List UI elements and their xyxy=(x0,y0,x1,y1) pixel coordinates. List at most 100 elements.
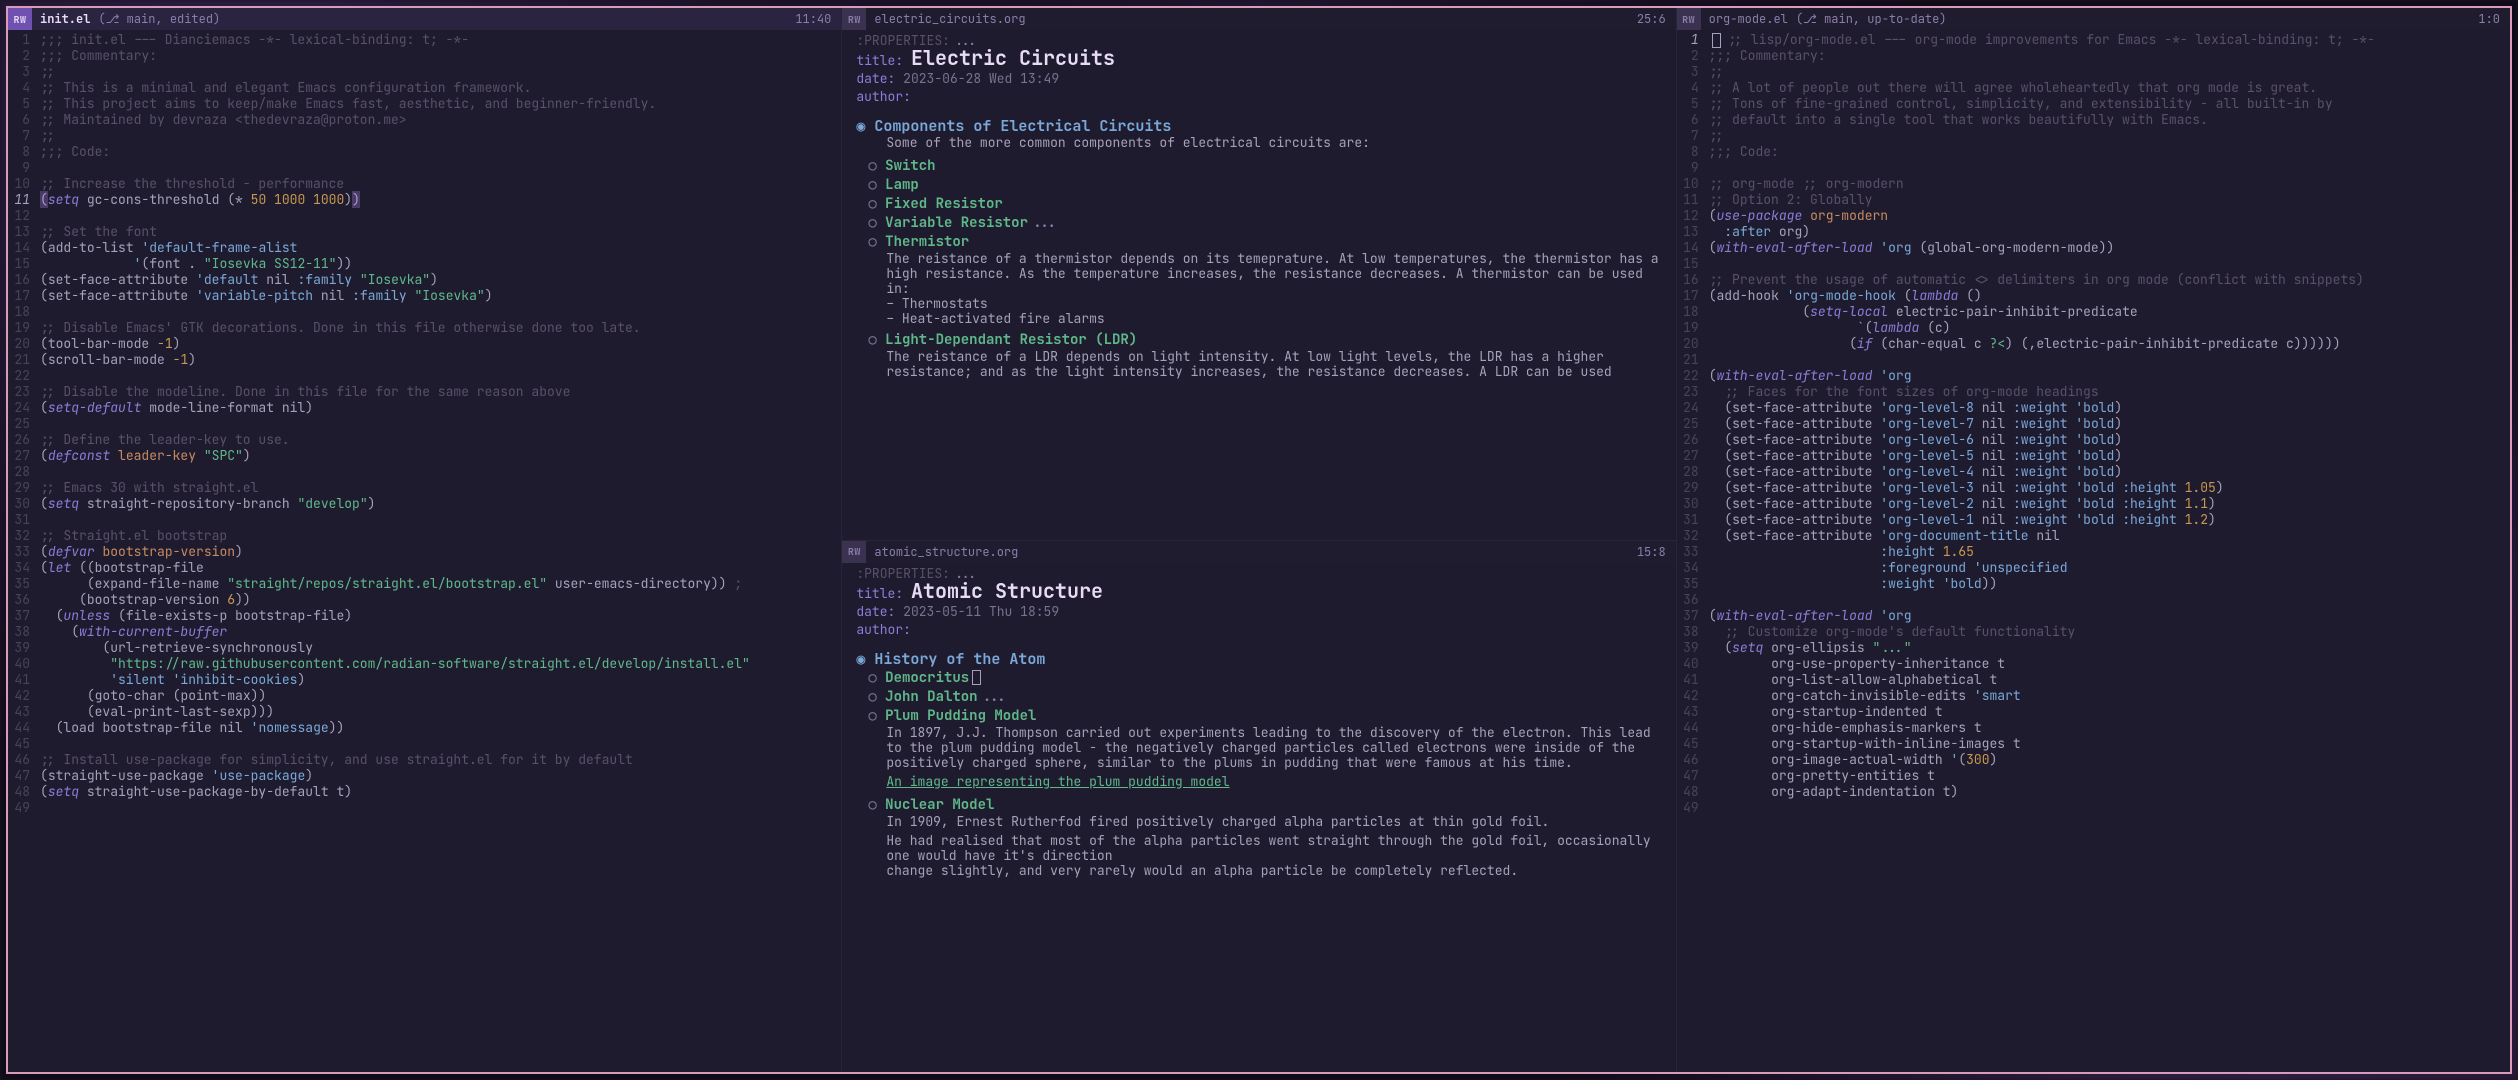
code-line[interactable]: 33 :height 1.65 xyxy=(1677,544,2502,560)
code-line[interactable]: 8;;; Code: xyxy=(8,144,833,160)
code-line[interactable]: 28 (set-face-attribute 'org-level-4 nil … xyxy=(1677,464,2502,480)
code-line[interactable]: 49 xyxy=(8,800,833,816)
code-line[interactable]: 25 xyxy=(8,416,833,432)
code-line[interactable]: 1 ;; lisp/org-mode.el --- org-mode impro… xyxy=(1677,32,2502,48)
code-line[interactable]: 35 (expand-file-name "straight/repos/str… xyxy=(8,576,833,592)
code-line[interactable]: 31 xyxy=(8,512,833,528)
code-line[interactable]: 29;; Emacs 30 with straight.el xyxy=(8,480,833,496)
code-line[interactable]: 22(with-eval-after-load 'org xyxy=(1677,368,2502,384)
org-heading-2[interactable]: Switch xyxy=(868,158,1661,175)
code-line[interactable]: 23;; Disable the modeline. Done in this … xyxy=(8,384,833,400)
code-line[interactable]: 4;; This is a minimal and elegant Emacs … xyxy=(8,80,833,96)
code-line[interactable]: 40 "https://raw.githubusercontent.com/ra… xyxy=(8,656,833,672)
code-line[interactable]: 26 (set-face-attribute 'org-level-6 nil … xyxy=(1677,432,2502,448)
code-line[interactable]: 3;; xyxy=(1677,64,2502,80)
code-line[interactable]: 40 org-use-property-inheritance t xyxy=(1677,656,2502,672)
code-line[interactable]: 19 `(lambda (c) xyxy=(1677,320,2502,336)
buffer-right[interactable]: 1 ;; lisp/org-mode.el --- org-mode impro… xyxy=(1677,30,2510,1072)
code-line[interactable]: 48(setq straight-use-package-by-default … xyxy=(8,784,833,800)
code-line[interactable]: 33(defvar bootstrap-version) xyxy=(8,544,833,560)
code-line[interactable]: 29 (set-face-attribute 'org-level-3 nil … xyxy=(1677,480,2502,496)
code-line[interactable]: 12(use-package org-modern xyxy=(1677,208,2502,224)
code-line[interactable]: 41 'silent 'inhibit-cookies) xyxy=(8,672,833,688)
code-line[interactable]: 6;; Maintained by devraza <thedevraza@pr… xyxy=(8,112,833,128)
code-line[interactable]: 15 '(font . "Iosevka SS12-11")) xyxy=(8,256,833,272)
org-heading-2[interactable]: Plum Pudding Model xyxy=(868,708,1661,725)
code-line[interactable]: 39 (setq org-ellipsis "..." xyxy=(1677,640,2502,656)
code-line[interactable]: 11;; Option 2: Globally xyxy=(1677,192,2502,208)
code-line[interactable]: 14(with-eval-after-load 'org (global-org… xyxy=(1677,240,2502,256)
code-line[interactable]: 42 (goto-char (point-max)) xyxy=(8,688,833,704)
code-line[interactable]: 12 xyxy=(8,208,833,224)
org-heading-2[interactable]: Thermistor xyxy=(868,234,1661,251)
code-line[interactable]: 17(add-hook 'org-mode-hook (lambda () xyxy=(1677,288,2502,304)
code-line[interactable]: 18 (setq-local electric-pair-inhibit-pre… xyxy=(1677,304,2502,320)
code-line[interactable]: 8;;; Code: xyxy=(1677,144,2502,160)
code-line[interactable]: 24(setq-default mode-line-format nil) xyxy=(8,400,833,416)
code-line[interactable]: 7;; xyxy=(1677,128,2502,144)
code-line[interactable]: 1;;; init.el --- Dianciemacs -*- lexical… xyxy=(8,32,833,48)
code-line[interactable]: 49 xyxy=(1677,800,2502,816)
code-line[interactable]: 41 org-list-allow-alphabetical t xyxy=(1677,672,2502,688)
code-line[interactable]: 37(with-eval-after-load 'org xyxy=(1677,608,2502,624)
code-line[interactable]: 42 org-catch-invisible-edits 'smart xyxy=(1677,688,2502,704)
code-line[interactable]: 21 xyxy=(1677,352,2502,368)
code-line[interactable]: 2;;; Commentary: xyxy=(1677,48,2502,64)
code-line[interactable]: 10;; Increase the threshold - performanc… xyxy=(8,176,833,192)
code-line[interactable]: 4;; A lot of people out there will agree… xyxy=(1677,80,2502,96)
code-line[interactable]: 31 (set-face-attribute 'org-level-1 nil … xyxy=(1677,512,2502,528)
code-line[interactable]: 25 (set-face-attribute 'org-level-7 nil … xyxy=(1677,416,2502,432)
code-line[interactable]: 30(setq straight-repository-branch "deve… xyxy=(8,496,833,512)
code-line[interactable]: 47(straight-use-package 'use-package) xyxy=(8,768,833,784)
subpane-bottom[interactable]: RW atomic_structure.org 15:8 :PROPERTIES… xyxy=(842,541,1675,1073)
org-heading-2[interactable]: Variable Resistor... xyxy=(868,215,1661,232)
code-line[interactable]: 28 xyxy=(8,464,833,480)
code-line[interactable]: 47 org-pretty-entities t xyxy=(1677,768,2502,784)
code-line[interactable]: 34(let ((bootstrap-file xyxy=(8,560,833,576)
code-line[interactable]: 20(tool-bar-mode -1) xyxy=(8,336,833,352)
org-heading-1[interactable]: Components of Electrical Circuits xyxy=(856,118,1661,135)
code-line[interactable]: 11(setq gc-cons-threshold (* 50 1000 100… xyxy=(8,192,833,208)
code-line[interactable]: 18 xyxy=(8,304,833,320)
org-heading-2[interactable]: Fixed Resistor xyxy=(868,196,1661,213)
code-line[interactable]: 20 (if (char-equal c ?<) (,electric-pair… xyxy=(1677,336,2502,352)
org-heading-2[interactable]: Democritus xyxy=(868,670,1661,687)
code-line[interactable]: 9 xyxy=(8,160,833,176)
code-line[interactable]: 17(set-face-attribute 'variable-pitch ni… xyxy=(8,288,833,304)
pane-right[interactable]: RW org-mode.el (⎇ main, up-to-date) 1:0 … xyxy=(1677,8,2510,1072)
code-line[interactable]: 36 (bootstrap-version 6)) xyxy=(8,592,833,608)
code-line[interactable]: 9 xyxy=(1677,160,2502,176)
code-line[interactable]: 24 (set-face-attribute 'org-level-8 nil … xyxy=(1677,400,2502,416)
code-line[interactable]: 45 org-startup-with-inline-images t xyxy=(1677,736,2502,752)
org-heading-2[interactable]: Nuclear Model xyxy=(868,797,1661,814)
code-line[interactable]: 2;;; Commentary: xyxy=(8,48,833,64)
code-line[interactable]: 45 xyxy=(8,736,833,752)
code-line[interactable]: 27 (set-face-attribute 'org-level-5 nil … xyxy=(1677,448,2502,464)
org-heading-2[interactable]: Light-Dependant Resistor (LDR) xyxy=(868,332,1661,349)
buffer-mid-bot[interactable]: :PROPERTIES:...title: Atomic Structureda… xyxy=(842,563,1675,880)
code-line[interactable]: 6;; default into a single tool that work… xyxy=(1677,112,2502,128)
code-line[interactable]: 10;; org-mode ;; org-modern xyxy=(1677,176,2502,192)
org-link[interactable]: An image representing the plum pudding m… xyxy=(886,773,1229,790)
code-line[interactable]: 26;; Define the leader-key to use. xyxy=(8,432,833,448)
org-heading-1[interactable]: History of the Atom xyxy=(856,651,1661,668)
code-line[interactable]: 38 ;; Customize org-mode's default funct… xyxy=(1677,624,2502,640)
code-line[interactable]: 37 (unless (file-exists-p bootstrap-file… xyxy=(8,608,833,624)
code-line[interactable]: 44 org-hide-emphasis-markers t xyxy=(1677,720,2502,736)
org-heading-2[interactable]: John Dalton... xyxy=(868,689,1661,706)
code-line[interactable]: 21(scroll-bar-mode -1) xyxy=(8,352,833,368)
code-line[interactable]: 5;; This project aims to keep/make Emacs… xyxy=(8,96,833,112)
code-line[interactable]: 5;; Tons of fine-grained control, simpli… xyxy=(1677,96,2502,112)
code-line[interactable]: 34 :foreground 'unspecified xyxy=(1677,560,2502,576)
code-line[interactable]: 43 (eval-print-last-sexp))) xyxy=(8,704,833,720)
code-line[interactable]: 13 :after org) xyxy=(1677,224,2502,240)
code-line[interactable]: 19;; Disable Emacs' GTK decorations. Don… xyxy=(8,320,833,336)
code-line[interactable]: 30 (set-face-attribute 'org-level-2 nil … xyxy=(1677,496,2502,512)
code-line[interactable]: 15 xyxy=(1677,256,2502,272)
code-line[interactable]: 14(add-to-list 'default-frame-alist xyxy=(8,240,833,256)
code-line[interactable]: 46 org-image-actual-width '(300) xyxy=(1677,752,2502,768)
code-line[interactable]: 36 xyxy=(1677,592,2502,608)
code-line[interactable]: 48 org-adapt-indentation t) xyxy=(1677,784,2502,800)
code-line[interactable]: 16(set-face-attribute 'default nil :fami… xyxy=(8,272,833,288)
org-heading-2[interactable]: Lamp xyxy=(868,177,1661,194)
